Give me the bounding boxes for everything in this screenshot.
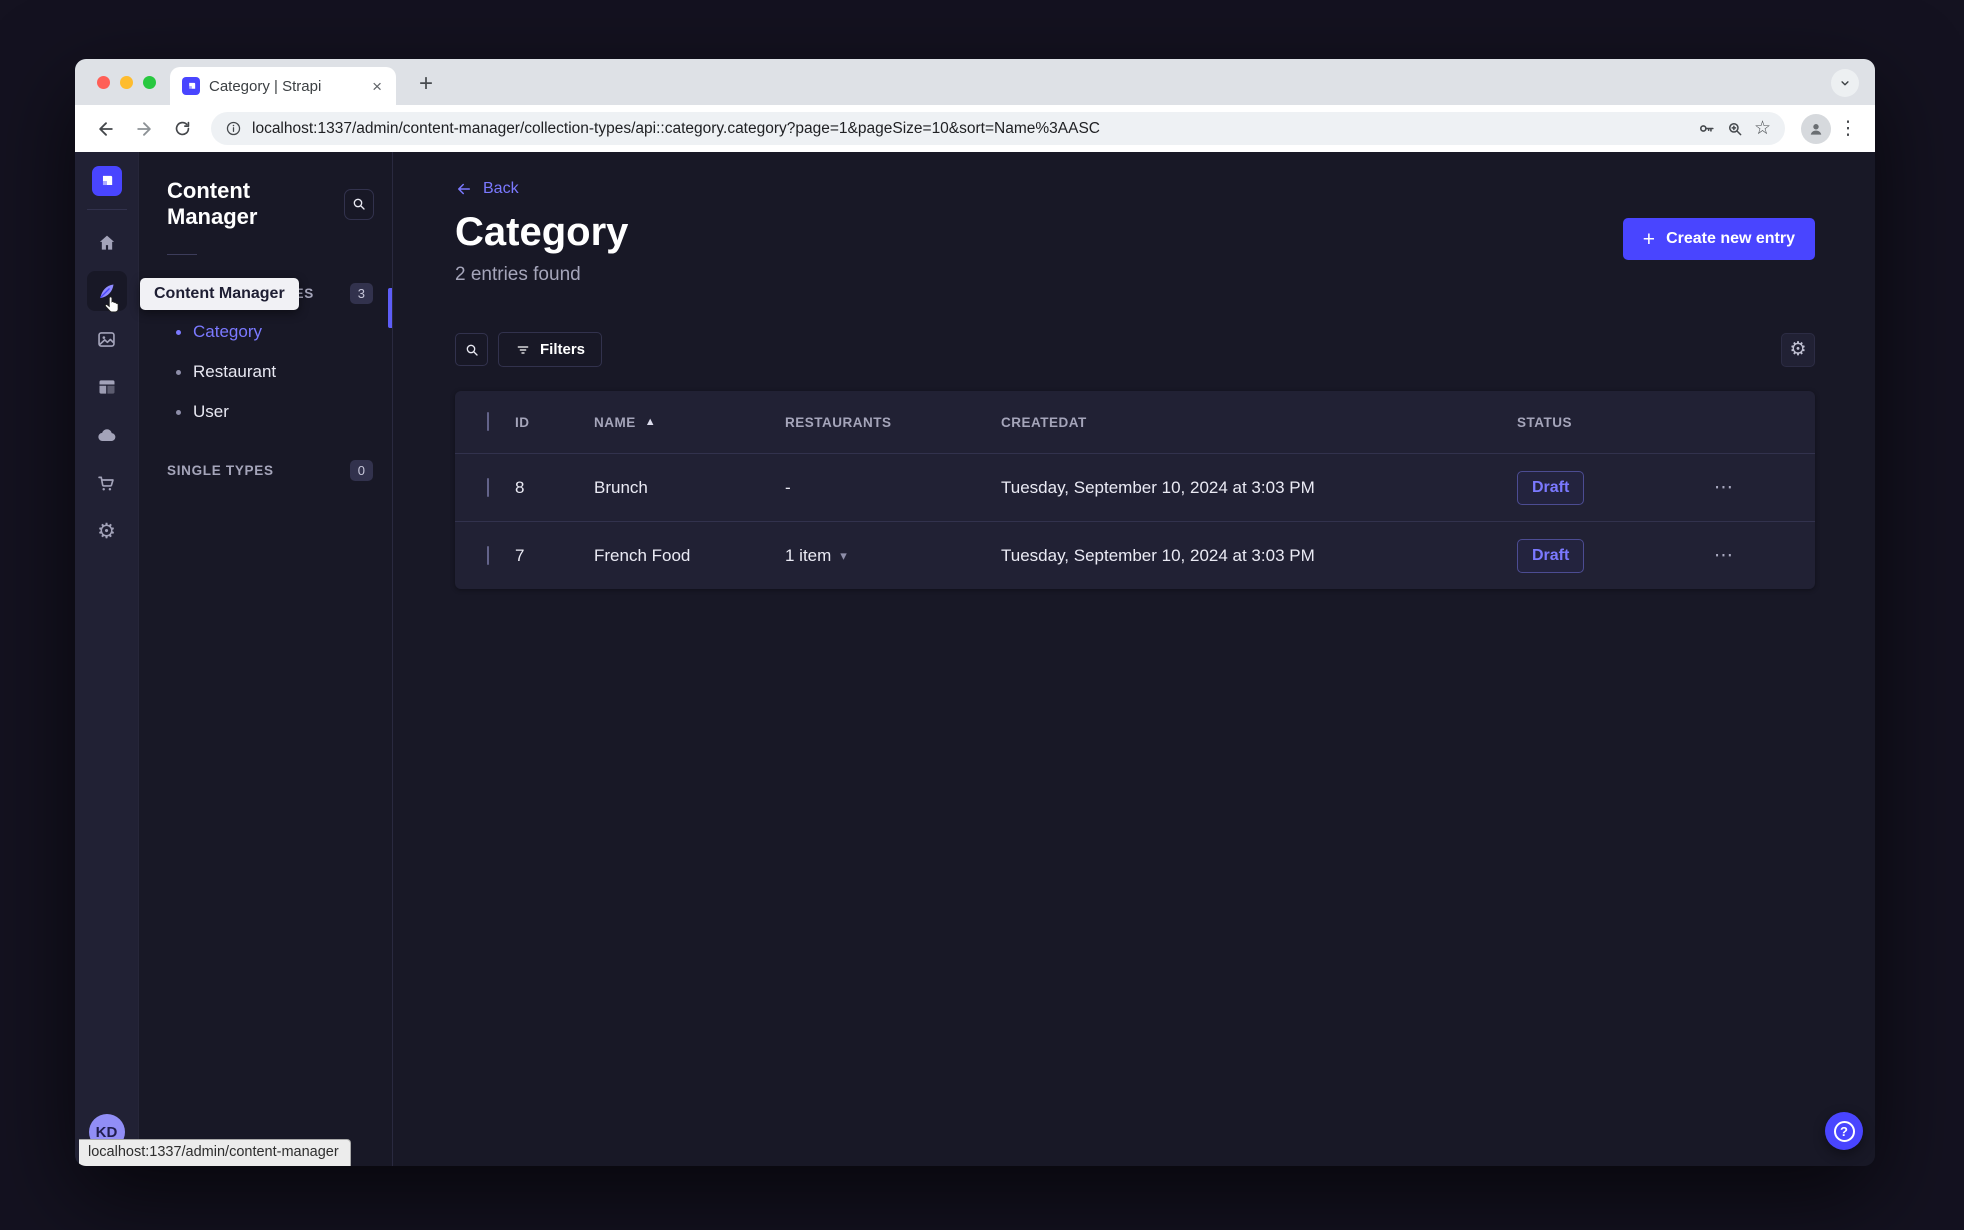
back-link[interactable]: Back xyxy=(455,180,519,198)
table-header-row: ID NAME ▲ RESTAURANTS CREATEDAT STATUS xyxy=(455,391,1815,453)
create-new-entry-button[interactable]: + Create new entry xyxy=(1622,218,1815,260)
url-bar[interactable]: localhost:1337/admin/content-manager/col… xyxy=(211,112,1785,145)
create-button-label: Create new entry xyxy=(1666,230,1795,247)
maximize-window-button[interactable] xyxy=(143,76,156,89)
subnav-item-restaurant[interactable]: Restaurant xyxy=(167,352,392,392)
subnav-divider xyxy=(167,254,197,255)
row-checkbox[interactable] xyxy=(487,545,489,565)
cell-id: 8 xyxy=(515,477,525,497)
password-key-icon[interactable] xyxy=(1697,119,1716,138)
strapi-app: ⚙ KD Content Manager COLLECTION TYPES 3 … xyxy=(75,152,1875,1166)
help-button[interactable]: ? xyxy=(1825,1112,1863,1150)
cell-createdat: Tuesday, September 10, 2024 at 3:03 PM xyxy=(1001,545,1315,565)
status-badge: Draft xyxy=(1517,470,1585,505)
view-settings-gear-icon[interactable]: ⚙ xyxy=(1781,332,1815,367)
rail-divider xyxy=(86,209,127,210)
cell-name: French Food xyxy=(594,545,691,565)
bookmark-star-icon[interactable]: ☆ xyxy=(1754,117,1771,140)
header-restaurants: RESTAURANTS xyxy=(785,414,892,430)
browser-window: Category | Strapi × + localhost:1337/adm… xyxy=(75,59,1875,1166)
bullet-icon xyxy=(176,409,181,415)
new-tab-button[interactable]: + xyxy=(411,69,441,99)
row-checkbox[interactable] xyxy=(487,477,489,497)
row-actions-icon[interactable]: ⋯ xyxy=(1714,545,1733,566)
cell-name: Brunch xyxy=(594,477,648,497)
strapi-logo-icon[interactable] xyxy=(91,166,122,196)
table-row[interactable]: 7 French Food 1 item ▾ Tuesday, Septembe… xyxy=(455,521,1815,589)
subnav-item-user[interactable]: User xyxy=(167,392,392,432)
link-preview-status-bar: localhost:1337/admin/content-manager xyxy=(79,1139,351,1166)
entries-table: ID NAME ▲ RESTAURANTS CREATEDAT STATUS 8 xyxy=(455,391,1815,589)
content-type-builder-icon[interactable] xyxy=(87,367,127,407)
zoom-icon[interactable] xyxy=(1726,120,1744,138)
cell-id: 7 xyxy=(515,545,525,565)
filters-button[interactable]: Filters xyxy=(498,332,603,367)
subnav-item-label: Category xyxy=(193,322,262,341)
content-manager-tooltip: Content Manager xyxy=(140,278,299,310)
subnav-item-label: Restaurant xyxy=(193,362,277,381)
url-text[interactable]: localhost:1337/admin/content-manager/col… xyxy=(252,120,1100,138)
tab-search-chevron-icon[interactable] xyxy=(1831,69,1859,97)
tab-close-icon[interactable]: × xyxy=(368,76,386,97)
single-types-label: SINGLE TYPES xyxy=(167,463,274,478)
collection-types-count-badge: 3 xyxy=(349,283,373,304)
forward-icon[interactable] xyxy=(127,112,161,146)
marketplace-cart-icon[interactable] xyxy=(87,463,127,503)
bullet-icon xyxy=(176,369,181,375)
mouse-cursor-icon xyxy=(101,294,123,321)
browser-tab[interactable]: Category | Strapi × xyxy=(170,67,396,105)
subnav-item-category[interactable]: Category xyxy=(167,312,392,352)
entries-count: 2 entries found xyxy=(455,264,581,285)
single-types-section: SINGLE TYPES 0 xyxy=(167,460,392,481)
settings-gear-icon[interactable]: ⚙ xyxy=(87,511,127,551)
home-icon[interactable] xyxy=(87,223,127,263)
table-row[interactable]: 8 Brunch - Tuesday, September 10, 2024 a… xyxy=(455,453,1815,521)
browser-tab-strip: Category | Strapi × + xyxy=(75,59,1875,105)
subnav-title: Content Manager xyxy=(167,178,258,229)
browser-menu-icon[interactable]: ⋮ xyxy=(1835,117,1861,140)
search-button[interactable] xyxy=(455,333,488,366)
select-all-checkbox[interactable] xyxy=(487,412,489,431)
browser-toolbar: localhost:1337/admin/content-manager/col… xyxy=(75,105,1875,152)
media-library-icon[interactable] xyxy=(87,319,127,359)
header-name-sort[interactable]: NAME ▲ xyxy=(594,415,785,430)
row-actions-icon[interactable]: ⋯ xyxy=(1714,477,1733,498)
subnav-item-label: User xyxy=(193,402,229,421)
back-icon[interactable] xyxy=(89,112,123,146)
page-info-icon[interactable] xyxy=(225,120,242,137)
filters-label: Filters xyxy=(540,341,586,358)
page-title: Category xyxy=(455,210,629,254)
cloud-icon[interactable] xyxy=(87,415,127,455)
browser-profile-icon[interactable] xyxy=(1801,113,1831,144)
cell-restaurants: - xyxy=(785,477,791,497)
restaurants-dropdown[interactable]: 1 item ▾ xyxy=(785,546,1001,566)
single-types-count-badge: 0 xyxy=(349,460,373,481)
sort-ascending-icon: ▲ xyxy=(644,416,656,428)
active-item-indicator xyxy=(388,288,392,328)
back-label: Back xyxy=(483,180,519,197)
plus-icon: + xyxy=(1642,227,1656,251)
window-controls xyxy=(97,76,156,89)
chevron-down-icon: ▾ xyxy=(840,547,847,563)
strapi-favicon-icon xyxy=(182,77,200,95)
filter-icon xyxy=(517,345,529,354)
subnav-search-button[interactable] xyxy=(343,188,374,220)
reload-icon[interactable] xyxy=(165,112,199,146)
header-status: STATUS xyxy=(1517,414,1572,430)
help-question-icon: ? xyxy=(1833,1120,1855,1142)
cell-createdat: Tuesday, September 10, 2024 at 3:03 PM xyxy=(1001,477,1315,497)
tab-title: Category | Strapi xyxy=(209,77,322,95)
minimize-window-button[interactable] xyxy=(120,76,133,89)
close-window-button[interactable] xyxy=(97,76,110,89)
main-content: Back Category 2 entries found + Create n… xyxy=(393,152,1875,1166)
status-badge: Draft xyxy=(1517,538,1585,573)
header-id: ID xyxy=(515,414,530,430)
header-createdat: CREATEDAT xyxy=(1001,414,1087,430)
bullet-icon xyxy=(176,329,181,335)
